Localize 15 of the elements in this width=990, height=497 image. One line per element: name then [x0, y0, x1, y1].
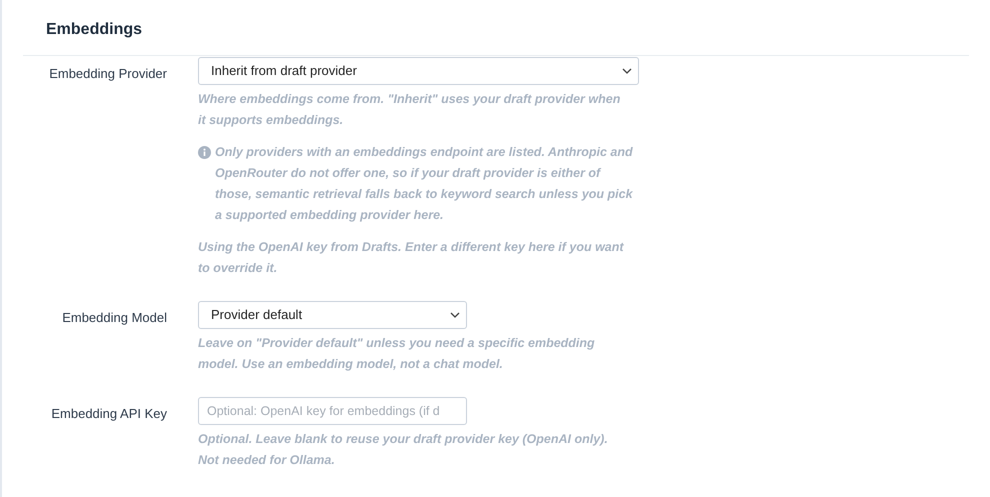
dropdown[interactable]: Inherit from draft provider — [198, 57, 639, 85]
help-text: Only providers with an embeddings endpoint are listed. Anthropic and OpenRouter do not offer one, so if your draft provider is either of those, semantic retrieval falls back to keyword search unless you pick a supported embedding provider here. — [215, 144, 634, 224]
field-label: Embedding Model — [61, 309, 167, 327]
input-field[interactable]: Optional: OpenAI key for embeddings (if d — [198, 397, 467, 425]
field-label: Embedding API Key — [50, 405, 167, 423]
chevron-down-icon — [622, 68, 632, 74]
section-title: Embeddings — [46, 20, 142, 40]
dropdown[interactable]: Provider default — [198, 301, 467, 329]
help-text: Using the OpenAI key from Drafts. Enter a different key here if you want to override it. — [198, 239, 625, 277]
field-label: Embedding Provider — [48, 65, 167, 83]
chevron-down-icon — [450, 312, 460, 318]
info-icon — [198, 146, 211, 159]
help-text: Where embeddings come from. "Inherit" uses your draft provider when it supports embeddings. — [198, 91, 622, 129]
help-text: Leave on "Provider default" unless you need a specific embedding model. Use an embedding model, not a chat model. — [198, 335, 596, 373]
help-text: Optional. Leave blank to reuse your draft provider key (OpenAI only). Not needed for Ollama. — [198, 431, 609, 469]
